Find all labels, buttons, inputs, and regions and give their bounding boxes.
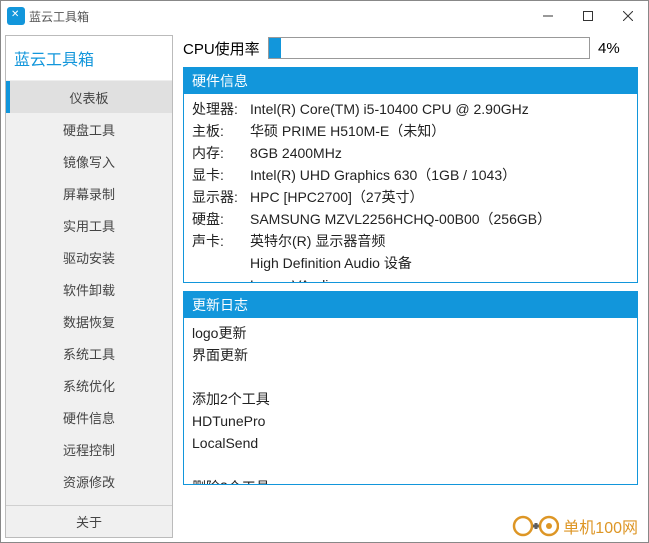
hardware-row: 声卡:英特尔(R) 显示器音频: [192, 230, 629, 252]
minimize-icon: [543, 11, 553, 21]
cpu-percent-text: 4%: [598, 40, 638, 57]
hardware-row: 硬盘:SAMSUNG MZVL2256HCHQ-00B00（256GB）: [192, 208, 629, 230]
sidebar-item-8[interactable]: 系统工具: [6, 337, 172, 369]
sidebar-item-7[interactable]: 数据恢复: [6, 305, 172, 337]
hardware-row-label: [192, 252, 250, 274]
sidebar-about[interactable]: 关于: [6, 505, 172, 537]
hardware-row-label: 处理器:: [192, 98, 250, 120]
sidebar-item-12[interactable]: 资源修改: [6, 465, 172, 497]
hardware-row-value: HPC [HPC2700]（27英寸）: [250, 186, 629, 208]
changelog-line: LocalSend: [192, 432, 629, 454]
sidebar: 蓝云工具箱 仪表板硬盘工具镜像写入屏幕录制实用工具驱动安装软件卸载数据恢复系统工…: [5, 35, 173, 538]
changelog-panel-body[interactable]: logo更新界面更新 添加2个工具HDTuneProLocalSend 删除3个…: [184, 318, 637, 484]
hardware-row-label: 显卡:: [192, 164, 250, 186]
hardware-row: Lusun VAudio: [192, 274, 629, 282]
window-title: 蓝云工具箱: [29, 8, 89, 25]
sidebar-item-3[interactable]: 屏幕录制: [6, 177, 172, 209]
hardware-row-label: 显示器:: [192, 186, 250, 208]
maximize-icon: [583, 11, 593, 21]
sidebar-item-11[interactable]: 远程控制: [6, 433, 172, 465]
hardware-row: 处理器:Intel(R) Core(TM) i5-10400 CPU @ 2.9…: [192, 98, 629, 120]
changelog-line: 删除3个工具: [192, 476, 629, 484]
window-controls: [528, 2, 648, 30]
hardware-row-value: 8GB 2400MHz: [250, 142, 629, 164]
close-icon: [623, 11, 633, 21]
sidebar-item-9[interactable]: 系统优化: [6, 369, 172, 401]
hardware-row-value: Lusun VAudio: [250, 274, 629, 282]
changelog-line: [192, 454, 629, 476]
hardware-row-value: 英特尔(R) 显示器音频: [250, 230, 629, 252]
app-icon: [7, 7, 25, 25]
sidebar-item-10[interactable]: 硬件信息: [6, 401, 172, 433]
hardware-row: 显示器:HPC [HPC2700]（27英寸）: [192, 186, 629, 208]
sidebar-title: 蓝云工具箱: [6, 36, 172, 81]
changelog-line: 添加2个工具: [192, 388, 629, 410]
close-button[interactable]: [608, 2, 648, 30]
hardware-panel-title: 硬件信息: [184, 68, 637, 94]
hardware-row-label: 内存:: [192, 142, 250, 164]
hardware-row: 主板:华硕 PRIME H510M-E（未知）: [192, 120, 629, 142]
hardware-row-value: 华硕 PRIME H510M-E（未知）: [250, 120, 629, 142]
hardware-row: 显卡:Intel(R) UHD Graphics 630（1GB / 1043）: [192, 164, 629, 186]
sidebar-item-1[interactable]: 硬盘工具: [6, 113, 172, 145]
minimize-button[interactable]: [528, 2, 568, 30]
hardware-panel-body[interactable]: 处理器:Intel(R) Core(TM) i5-10400 CPU @ 2.9…: [184, 94, 637, 282]
hardware-row-value: SAMSUNG MZVL2256HCHQ-00B00（256GB）: [250, 208, 629, 230]
changelog-line: 界面更新: [192, 344, 629, 366]
hardware-row-value: High Definition Audio 设备: [250, 252, 629, 274]
main-area: 蓝云工具箱 仪表板硬盘工具镜像写入屏幕录制实用工具驱动安装软件卸载数据恢复系统工…: [1, 31, 648, 542]
hardware-row-label: 主板:: [192, 120, 250, 142]
sidebar-item-5[interactable]: 驱动安装: [6, 241, 172, 273]
hardware-row-label: 硬盘:: [192, 208, 250, 230]
hardware-panel: 硬件信息 处理器:Intel(R) Core(TM) i5-10400 CPU …: [183, 67, 638, 283]
changelog-panel-title: 更新日志: [184, 292, 637, 318]
titlebar: 蓝云工具箱: [1, 1, 648, 31]
changelog-line: HDTunePro: [192, 410, 629, 432]
changelog-line: logo更新: [192, 322, 629, 344]
sidebar-item-0[interactable]: 仪表板: [6, 81, 172, 113]
sidebar-item-6[interactable]: 软件卸载: [6, 273, 172, 305]
changelog-line: [192, 366, 629, 388]
changelog-panel: 更新日志 logo更新界面更新 添加2个工具HDTuneProLocalSend…: [183, 291, 638, 485]
hardware-row: 内存:8GB 2400MHz: [192, 142, 629, 164]
cpu-progress-bar: [268, 37, 590, 59]
hardware-row-value: Intel(R) UHD Graphics 630（1GB / 1043）: [250, 164, 629, 186]
sidebar-items: 仪表板硬盘工具镜像写入屏幕录制实用工具驱动安装软件卸载数据恢复系统工具系统优化硬…: [6, 81, 172, 505]
sidebar-item-4[interactable]: 实用工具: [6, 209, 172, 241]
titlebar-left: 蓝云工具箱: [7, 7, 89, 25]
maximize-button[interactable]: [568, 2, 608, 30]
cpu-usage-row: CPU使用率 4%: [183, 37, 638, 59]
hardware-row-label: [192, 274, 250, 282]
cpu-label: CPU使用率: [183, 38, 260, 59]
content: CPU使用率 4% 硬件信息 处理器:Intel(R) Core(TM) i5-…: [173, 31, 648, 542]
hardware-row-label: 声卡:: [192, 230, 250, 252]
sidebar-item-2[interactable]: 镜像写入: [6, 145, 172, 177]
cpu-progress-fill: [269, 38, 282, 58]
hardware-row: High Definition Audio 设备: [192, 252, 629, 274]
hardware-row-value: Intel(R) Core(TM) i5-10400 CPU @ 2.90GHz: [250, 98, 629, 120]
